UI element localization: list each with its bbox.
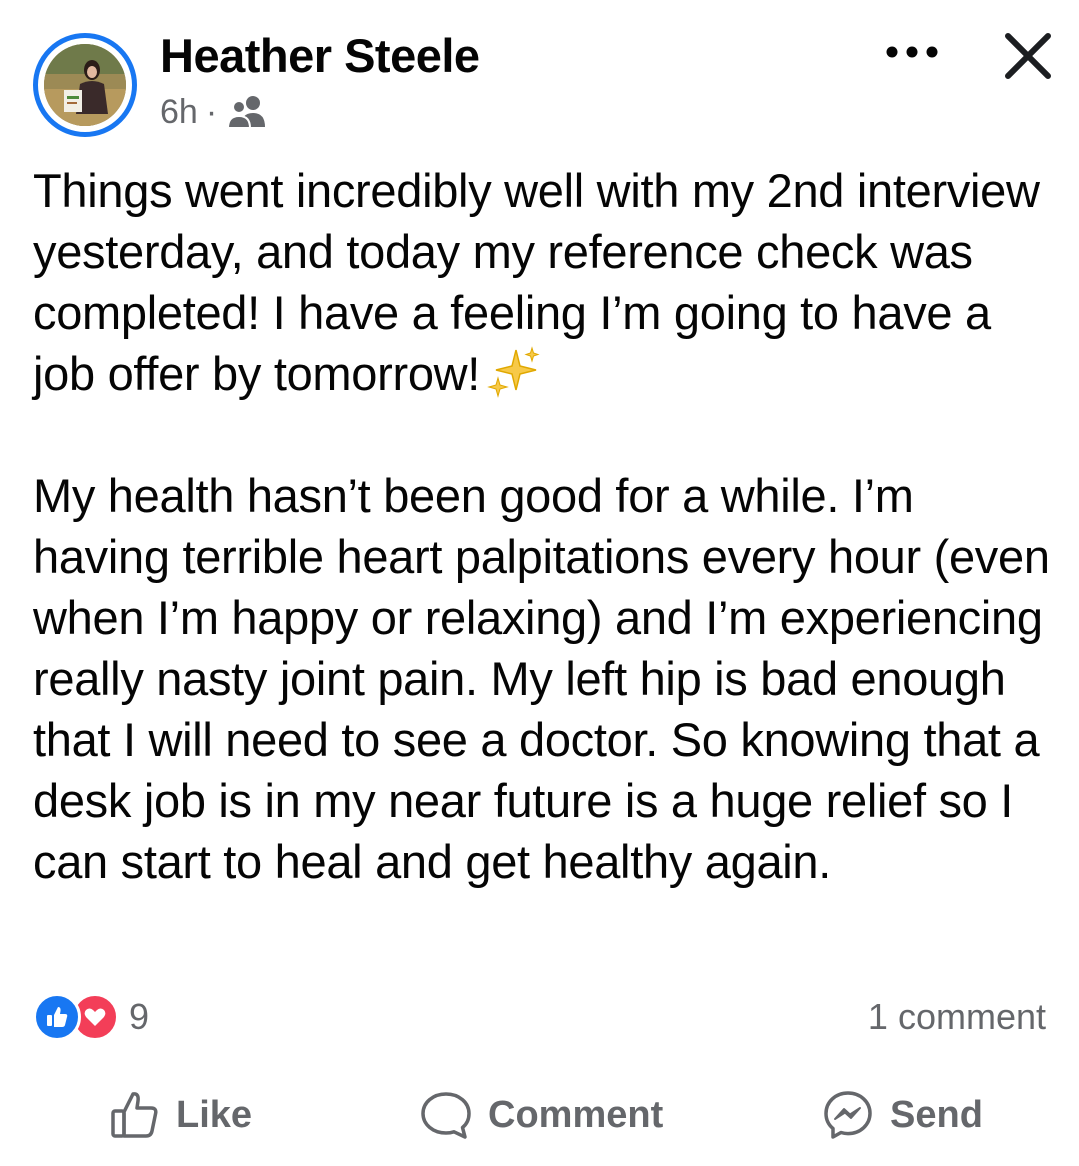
post-header: Heather Steele 6h · xyxy=(0,0,1079,150)
close-icon xyxy=(1005,33,1051,79)
post-paragraph: Things went incredibly well with my 2nd … xyxy=(33,160,1063,404)
avatar-photo xyxy=(44,44,126,126)
comment-count[interactable]: 1 comment xyxy=(868,994,1046,1040)
send-button[interactable]: Send xyxy=(820,1080,983,1150)
comment-button[interactable]: Comment xyxy=(418,1080,663,1150)
like-button[interactable]: Like xyxy=(108,1080,252,1150)
like-icon xyxy=(111,1092,158,1138)
reaction-count: 9 xyxy=(129,996,150,1037)
action-bar: Like Comment Send xyxy=(0,1080,1079,1150)
post-meta: 6h · xyxy=(160,92,269,132)
post-paragraph-text: Things went incredibly well with my 2nd … xyxy=(33,164,1053,400)
messenger-icon xyxy=(824,1091,872,1139)
friends-icon xyxy=(225,94,269,130)
like-reaction-icon xyxy=(33,993,81,1041)
send-label: Send xyxy=(890,1093,983,1136)
post-time[interactable]: 6h xyxy=(160,93,198,132)
close-button[interactable] xyxy=(998,26,1058,86)
more-icon xyxy=(886,46,938,58)
comment-label: Comment xyxy=(488,1093,664,1136)
reactions-summary[interactable]: 9 xyxy=(33,993,150,1041)
author-name[interactable]: Heather Steele xyxy=(160,28,480,83)
like-label: Like xyxy=(176,1093,253,1136)
sparkles-icon xyxy=(486,344,542,400)
more-options-button[interactable] xyxy=(880,32,944,72)
avatar[interactable] xyxy=(33,33,137,137)
post-text: Things went incredibly well with my 2nd … xyxy=(33,160,1063,892)
post-paragraph: My health hasn’t been good for a while. … xyxy=(33,469,1063,888)
comment-icon xyxy=(421,1092,471,1139)
meta-separator: · xyxy=(205,92,218,131)
